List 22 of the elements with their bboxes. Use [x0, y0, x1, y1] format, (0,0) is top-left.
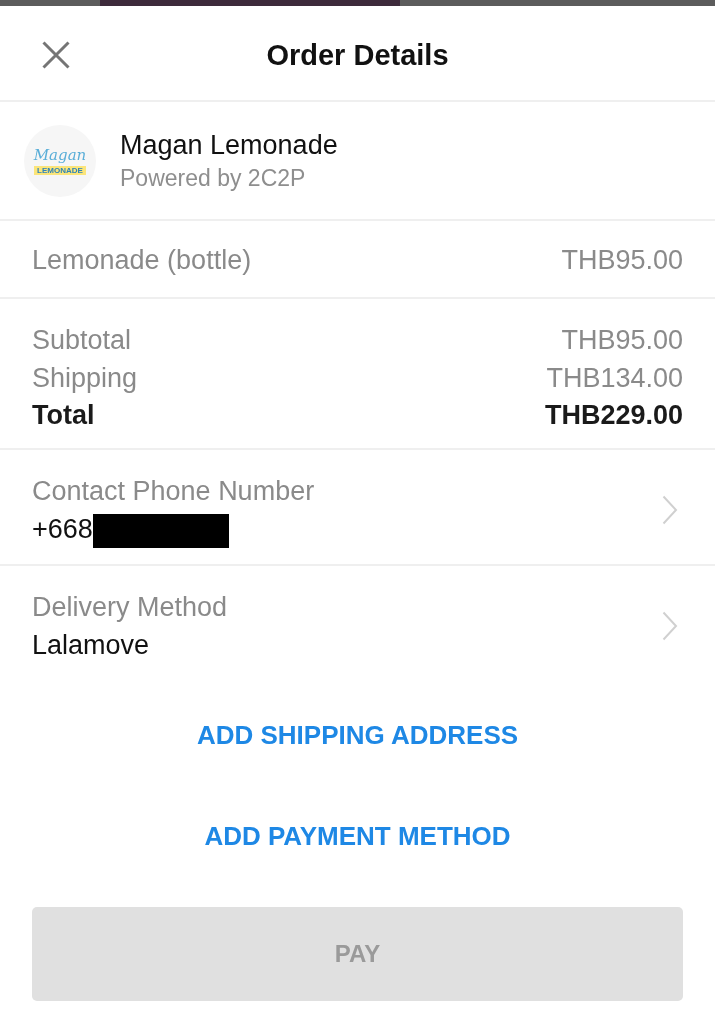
chevron-right-icon[interactable] [662, 611, 678, 641]
merchant-subtitle: Powered by 2C2P [120, 163, 307, 193]
total-amount: THB229.00 [544, 399, 683, 432]
detail-label: Contact Phone Number [32, 475, 315, 508]
item-name: Lemonade (bottle) [32, 244, 252, 276]
logo-tagline: LEMONADE [34, 165, 86, 175]
chevron-right-icon[interactable] [662, 495, 678, 525]
detail-value: +668 [32, 513, 93, 546]
logo-wordmark: Magan [33, 146, 87, 163]
summary-amount: THB134.00 [546, 362, 683, 395]
text-link-button[interactable]: ADD PAYMENT METHOD [192, 804, 523, 868]
text-link-button[interactable]: ADD SHIPPING ADDRESS [184, 703, 531, 767]
total-label: Total [32, 399, 95, 432]
detail-value: Lalamove [32, 629, 150, 662]
summary-label: Subtotal [32, 324, 132, 357]
page-title: Order Details [266, 38, 449, 72]
merchant-name: Magan Lemonade [120, 128, 338, 162]
summary-amount: THB95.00 [561, 324, 683, 357]
detail-label: Delivery Method [32, 591, 228, 624]
item-price: THB95.00 [561, 244, 683, 276]
summary-label: Shipping [32, 362, 138, 395]
close-icon[interactable] [42, 41, 70, 69]
